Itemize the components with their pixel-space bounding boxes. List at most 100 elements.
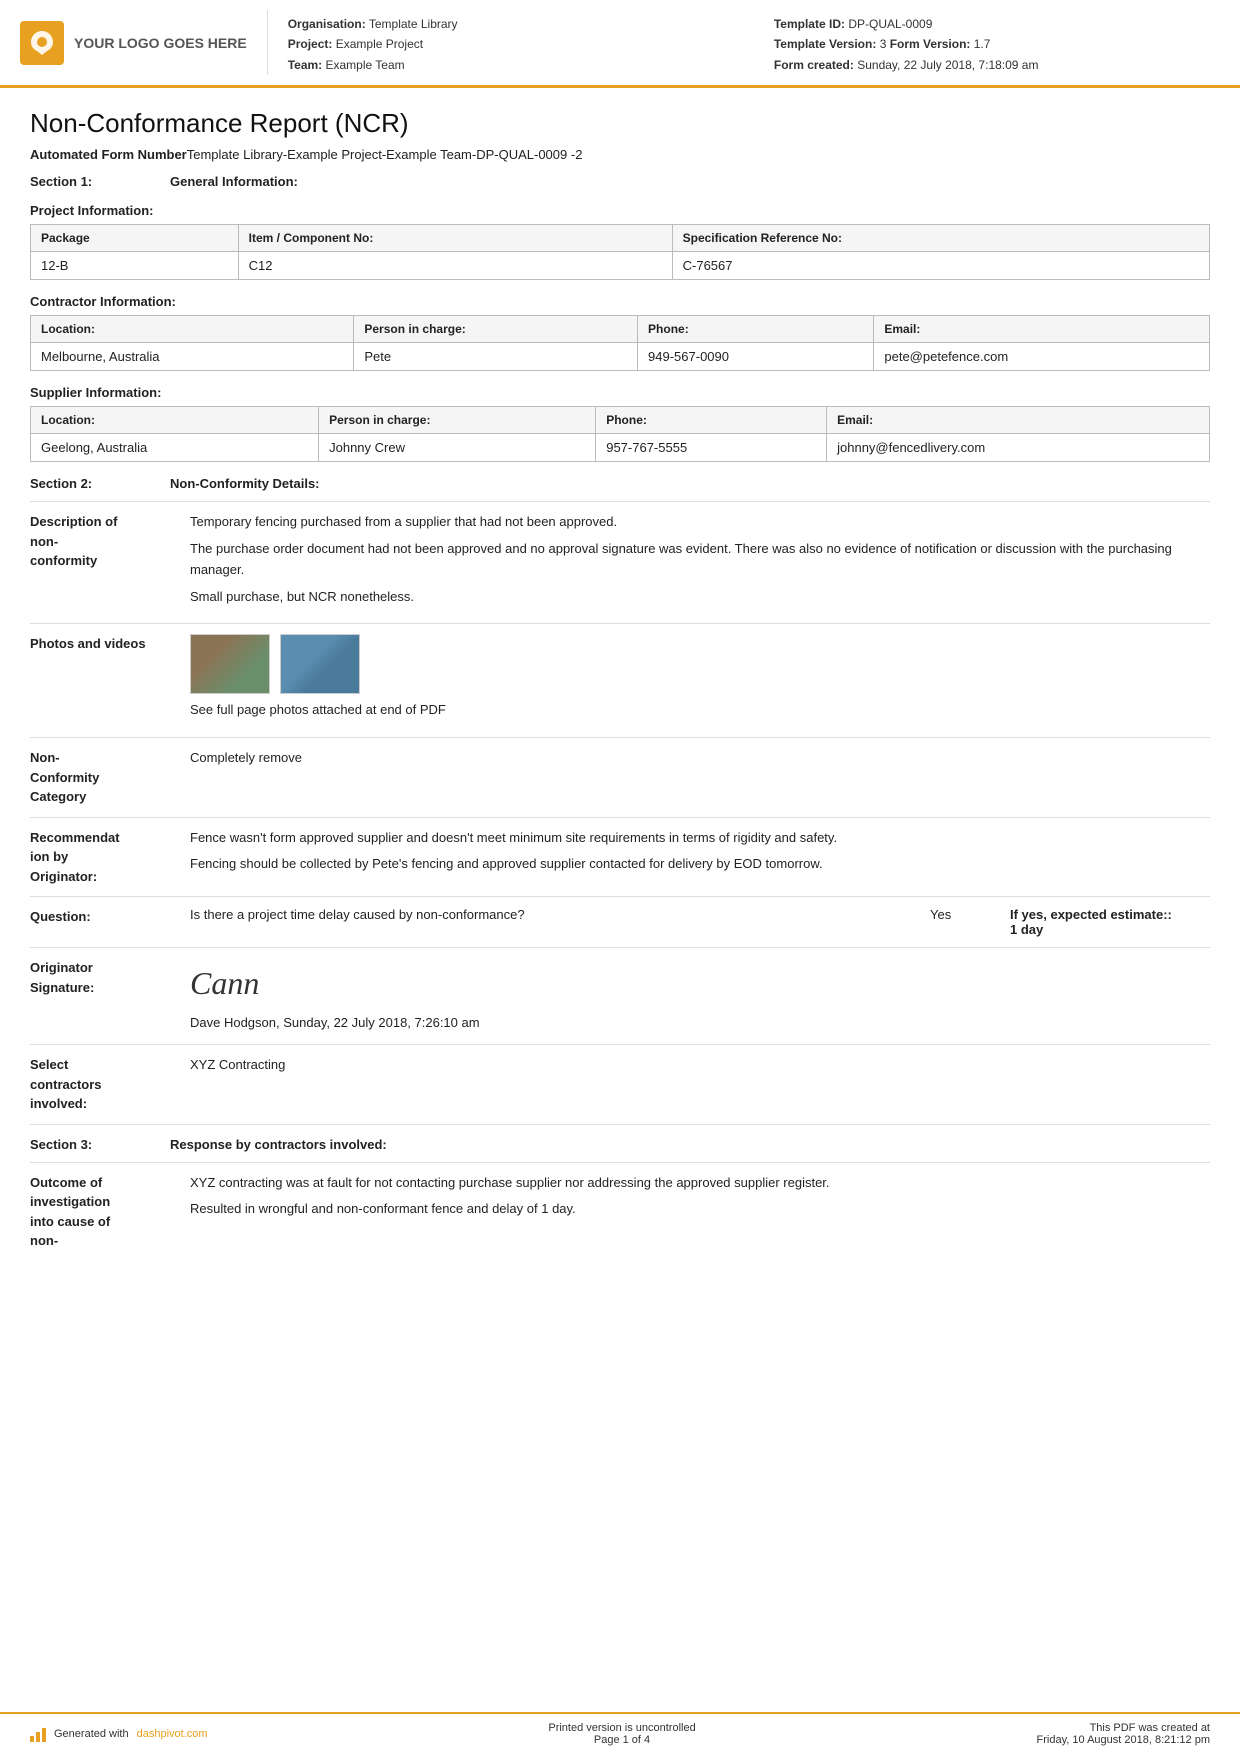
logo-text: YOUR LOGO GOES HERE <box>74 35 247 51</box>
table-row: Melbourne, Australia Pete 949-567-0090 p… <box>31 343 1210 371</box>
supplier-col-location: Location: <box>31 407 319 434</box>
report-title: Non-Conformance Report (NCR) <box>30 108 1210 139</box>
footer-center-line1: Printed version is uncontrolled <box>548 1722 695 1734</box>
photo-thumbnail-2 <box>280 634 360 694</box>
desc-line-2: The purchase order document had not been… <box>190 539 1210 581</box>
table-row: Geelong, Australia Johnny Crew 957-767-5… <box>31 434 1210 462</box>
question-extra-value: 1 day <box>1010 922 1043 937</box>
question-text: Is there a project time delay caused by … <box>190 907 910 922</box>
template-version-value: 3 <box>880 37 887 51</box>
section2-title: Non-Conformity Details: <box>170 476 320 491</box>
outcome-label: Outcome ofinvestigationinto cause ofnon- <box>30 1173 190 1251</box>
outcome-row: Outcome ofinvestigationinto cause ofnon-… <box>30 1173 1210 1251</box>
contractors-row: Selectcontractorsinvolved: XYZ Contracti… <box>30 1055 1210 1114</box>
divider <box>30 1124 1210 1125</box>
section1-header: Section 1: General Information: <box>30 174 1210 189</box>
photos-label: Photos and videos <box>30 634 190 654</box>
footer-left: Generated with dashpivot.com <box>30 1726 208 1742</box>
project-package-value: 12-B <box>31 252 239 280</box>
contractor-col-location: Location: <box>31 316 354 343</box>
form-version-label: Form Version: <box>890 37 971 51</box>
contractor-col-person: Person in charge: <box>354 316 638 343</box>
section2-label: Section 2: <box>30 476 150 491</box>
org-value: Template Library <box>369 17 458 31</box>
supplier-col-person: Person in charge: <box>319 407 596 434</box>
footer-center: Printed version is uncontrolled Page 1 o… <box>548 1722 695 1746</box>
divider <box>30 817 1210 818</box>
divider <box>30 623 1210 624</box>
section2-header: Section 2: Non-Conformity Details: <box>30 476 1210 491</box>
question-extra: If yes, expected estimate:: 1 day <box>1010 907 1210 937</box>
section3-header: Section 3: Response by contractors invol… <box>30 1137 1210 1152</box>
project-col-item: Item / Component No: <box>238 225 672 252</box>
nc-category-row: Non-ConformityCategory Completely remove <box>30 748 1210 807</box>
logo-area: YOUR LOGO GOES HERE <box>20 10 268 75</box>
dashpivot-logo <box>30 1726 46 1742</box>
project-col-package: Package <box>31 225 239 252</box>
signature-row: OriginatorSignature: Cann Dave Hodgson, … <box>30 958 1210 1034</box>
main-content: Non-Conformance Report (NCR) Automated F… <box>0 88 1240 1712</box>
project-info-title: Project Information: <box>30 203 1210 218</box>
footer-generated-text: Generated with <box>54 1728 129 1740</box>
signature-value: Cann Dave Hodgson, Sunday, 22 July 2018,… <box>190 958 1210 1034</box>
photo-thumbnail-1 <box>190 634 270 694</box>
divider <box>30 947 1210 948</box>
recommendation-line-2: Fencing should be collected by Pete's fe… <box>190 854 1210 875</box>
bar3 <box>42 1728 46 1742</box>
question-label: Question: <box>30 907 190 927</box>
divider <box>30 1162 1210 1163</box>
section1-title: General Information: <box>170 174 298 189</box>
photos-container <box>190 634 1210 694</box>
bar2 <box>36 1732 40 1742</box>
question-extra-label: If yes, expected estimate:: <box>1010 907 1172 922</box>
divider <box>30 737 1210 738</box>
footer-right: This PDF was created at Friday, 10 Augus… <box>1037 1722 1210 1746</box>
description-value: Temporary fencing purchased from a suppl… <box>190 512 1210 613</box>
supplier-table: Location: Person in charge: Phone: Email… <box>30 406 1210 462</box>
table-row: 12-B C12 C-76567 <box>31 252 1210 280</box>
org-label: Organisation: <box>288 17 366 31</box>
signature-label: OriginatorSignature: <box>30 958 190 997</box>
project-item-value: C12 <box>238 252 672 280</box>
recommendation-label: Recommendation byOriginator: <box>30 828 190 887</box>
contractor-col-phone: Phone: <box>638 316 874 343</box>
contractor-person: Pete <box>354 343 638 371</box>
question-content: Is there a project time delay caused by … <box>190 907 1210 937</box>
supplier-col-phone: Phone: <box>596 407 827 434</box>
form-created-label: Form created: <box>774 58 854 72</box>
team-label: Team: <box>288 58 322 72</box>
recommendation-value: Fence wasn't form approved supplier and … <box>190 828 1210 882</box>
question-row: Question: Is there a project time delay … <box>30 907 1210 937</box>
header-meta-col-right: Template ID: DP-QUAL-0009 Template Versi… <box>774 14 1220 75</box>
section3-label: Section 3: <box>30 1137 150 1152</box>
nc-category-value: Completely remove <box>190 748 1210 769</box>
recommendation-line-1: Fence wasn't form approved supplier and … <box>190 828 1210 849</box>
project-spec-value: C-76567 <box>672 252 1209 280</box>
form-version-value: 1.7 <box>974 37 991 51</box>
supplier-col-email: Email: <box>827 407 1210 434</box>
supplier-info-title: Supplier Information: <box>30 385 1210 400</box>
page: YOUR LOGO GOES HERE Organisation: Templa… <box>0 0 1240 1754</box>
project-value: Example Project <box>336 37 423 51</box>
footer-right-line2: Friday, 10 August 2018, 8:21:12 pm <box>1037 1734 1210 1746</box>
bar1 <box>30 1736 34 1742</box>
description-row: Description ofnon-conformity Temporary f… <box>30 512 1210 613</box>
logo-icon <box>20 21 64 65</box>
contractor-email: pete@petefence.com <box>874 343 1210 371</box>
footer-generated-link[interactable]: dashpivot.com <box>137 1728 208 1740</box>
supplier-email: johnny@fencedlivery.com <box>827 434 1210 462</box>
contractor-info-title: Contractor Information: <box>30 294 1210 309</box>
template-version-label: Template Version: <box>774 37 876 51</box>
photos-row: Photos and videos See full page photos a… <box>30 634 1210 727</box>
photos-value: See full page photos attached at end of … <box>190 634 1210 727</box>
contractor-location: Melbourne, Australia <box>31 343 354 371</box>
contractors-label: Selectcontractorsinvolved: <box>30 1055 190 1114</box>
form-created-value: Sunday, 22 July 2018, 7:18:09 am <box>857 58 1038 72</box>
photos-caption: See full page photos attached at end of … <box>190 700 1210 721</box>
form-number-value: Template Library-Example Project-Example… <box>187 147 583 162</box>
contractor-col-email: Email: <box>874 316 1210 343</box>
signature-text: Dave Hodgson, Sunday, 22 July 2018, 7:26… <box>190 1015 480 1030</box>
section1-label: Section 1: <box>30 174 150 189</box>
outcome-value: XYZ contracting was at fault for not con… <box>190 1173 1210 1227</box>
form-number-row: Automated Form Number Template Library-E… <box>30 147 1210 162</box>
